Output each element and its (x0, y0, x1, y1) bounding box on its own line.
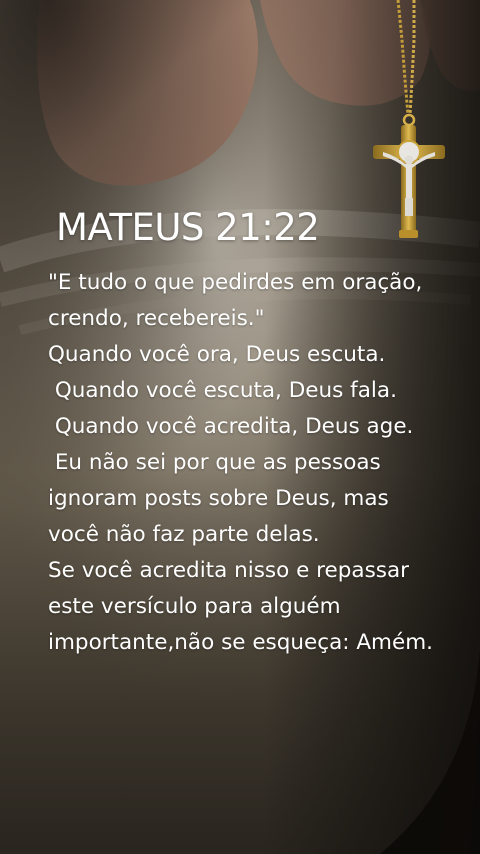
verse-line: crendo, recebereis." (48, 306, 265, 331)
verse-line: Se você acredita nisso e repassar (48, 558, 410, 583)
verse-reference: MATEUS 21:22 (56, 206, 320, 249)
verse-line: você não faz parte delas. (48, 522, 320, 547)
verse-line: "E tudo o que pedirdes em oração, (48, 270, 423, 295)
verse-overlay: MATEUS 21:22 "E tudo o que pedirdes em o… (0, 0, 480, 854)
verse-line: este versículo para alguém (48, 594, 341, 619)
verse-line: Quando você acredita, Deus age. (48, 414, 414, 439)
verse-line: ignoram posts sobre Deus, mas (48, 486, 389, 511)
verse-line: importante,não se esqueça: Amém. (48, 630, 433, 655)
verse-line: Quando você ora, Deus escuta. (48, 342, 386, 367)
verse-line: Eu não sei por que as pessoas (48, 450, 381, 475)
verse-line: Quando você escuta, Deus fala. (48, 378, 397, 403)
